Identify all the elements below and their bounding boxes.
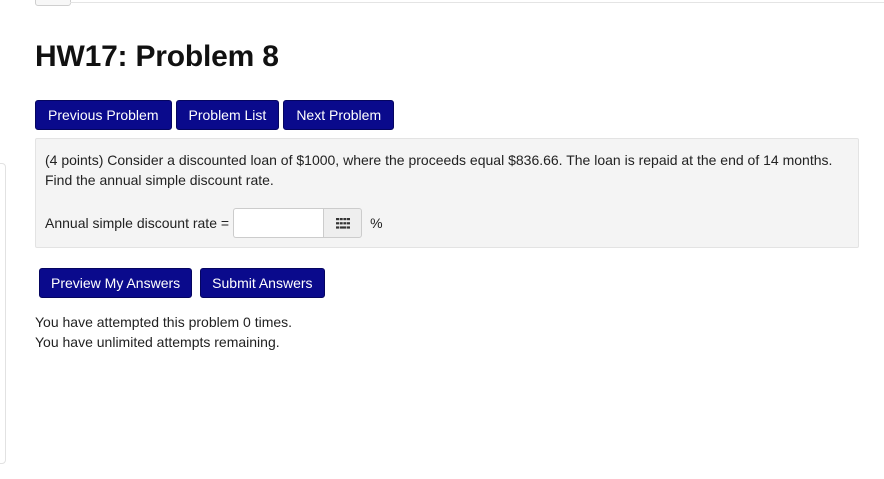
next-problem-button[interactable]: Next Problem [283,100,395,130]
keypad-icon [335,217,350,229]
submit-answers-button[interactable]: Submit Answers [200,268,325,298]
problem-body: (4 points) Consider a discounted loan of… [35,138,859,248]
top-tab-fragment [35,0,71,6]
answer-input[interactable] [233,208,324,238]
page: HW17: Problem 8 Previous Problem Problem… [0,0,884,479]
unit-label: % [370,215,383,231]
problem-statement: (4 points) Consider a discounted loan of… [45,152,833,188]
attempts-remaining-text: You have unlimited attempts remaining. [35,334,280,350]
preview-answers-button[interactable]: Preview My Answers [39,268,193,298]
submit-actions: Preview My Answers Submit Answers [39,268,325,298]
equation-keypad-button[interactable] [323,208,363,238]
problem-list-button[interactable]: Problem List [175,100,280,130]
attempt-info: You have attempted this problem 0 times.… [35,312,292,352]
answer-row: Annual simple discount rate = % [45,208,383,238]
previous-problem-button[interactable]: Previous Problem [35,100,172,130]
top-divider [70,2,884,3]
sidebar-panel-edge [0,163,6,464]
problem-navigation: Previous Problem Problem List Next Probl… [35,100,395,130]
page-title: HW17: Problem 8 [35,40,279,73]
attempts-count-text: You have attempted this problem 0 times. [35,314,293,330]
answer-input-group [233,208,363,238]
answer-label: Annual simple discount rate = [45,215,230,231]
